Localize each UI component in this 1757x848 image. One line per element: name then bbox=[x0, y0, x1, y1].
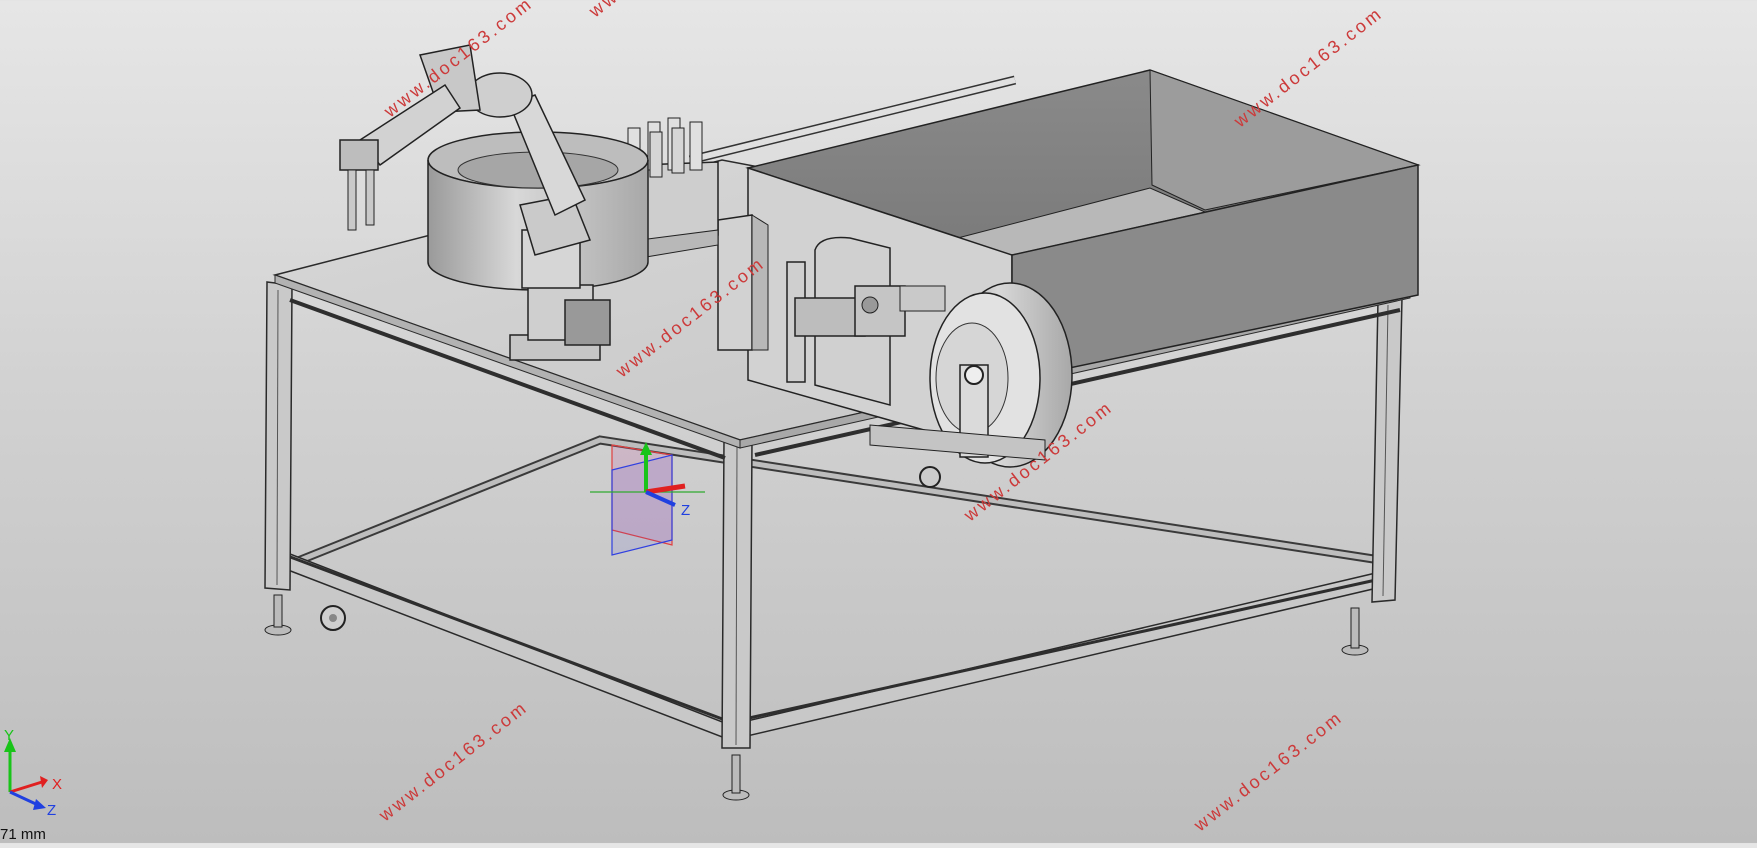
origin-triad-icon: Z bbox=[590, 442, 705, 556]
triad-z-label: Z bbox=[47, 802, 56, 819]
scale-readout: 71 mm bbox=[0, 826, 46, 843]
watermark-text: www.doc163.com bbox=[1229, 3, 1386, 132]
view-triad-icon[interactable]: Y X Z bbox=[4, 727, 62, 819]
triad-y-label: Y bbox=[4, 727, 14, 744]
machine-model[interactable] bbox=[264, 44, 1421, 801]
leveling-foot bbox=[1341, 607, 1369, 656]
watermark-text: www.doc163.com bbox=[374, 697, 531, 826]
3d-viewport[interactable]: Z www.doc163.com www.doc163.com www.doc1… bbox=[0, 0, 1757, 843]
triad-x-label: X bbox=[52, 776, 62, 793]
leveling-foot bbox=[722, 754, 750, 801]
watermark-text: www.doc163.com bbox=[1189, 707, 1346, 836]
origin-z-label: Z bbox=[681, 502, 690, 519]
caster-wheel bbox=[320, 605, 346, 631]
watermark-text: www.doc163.com bbox=[584, 0, 741, 22]
leveling-foot bbox=[264, 594, 292, 636]
